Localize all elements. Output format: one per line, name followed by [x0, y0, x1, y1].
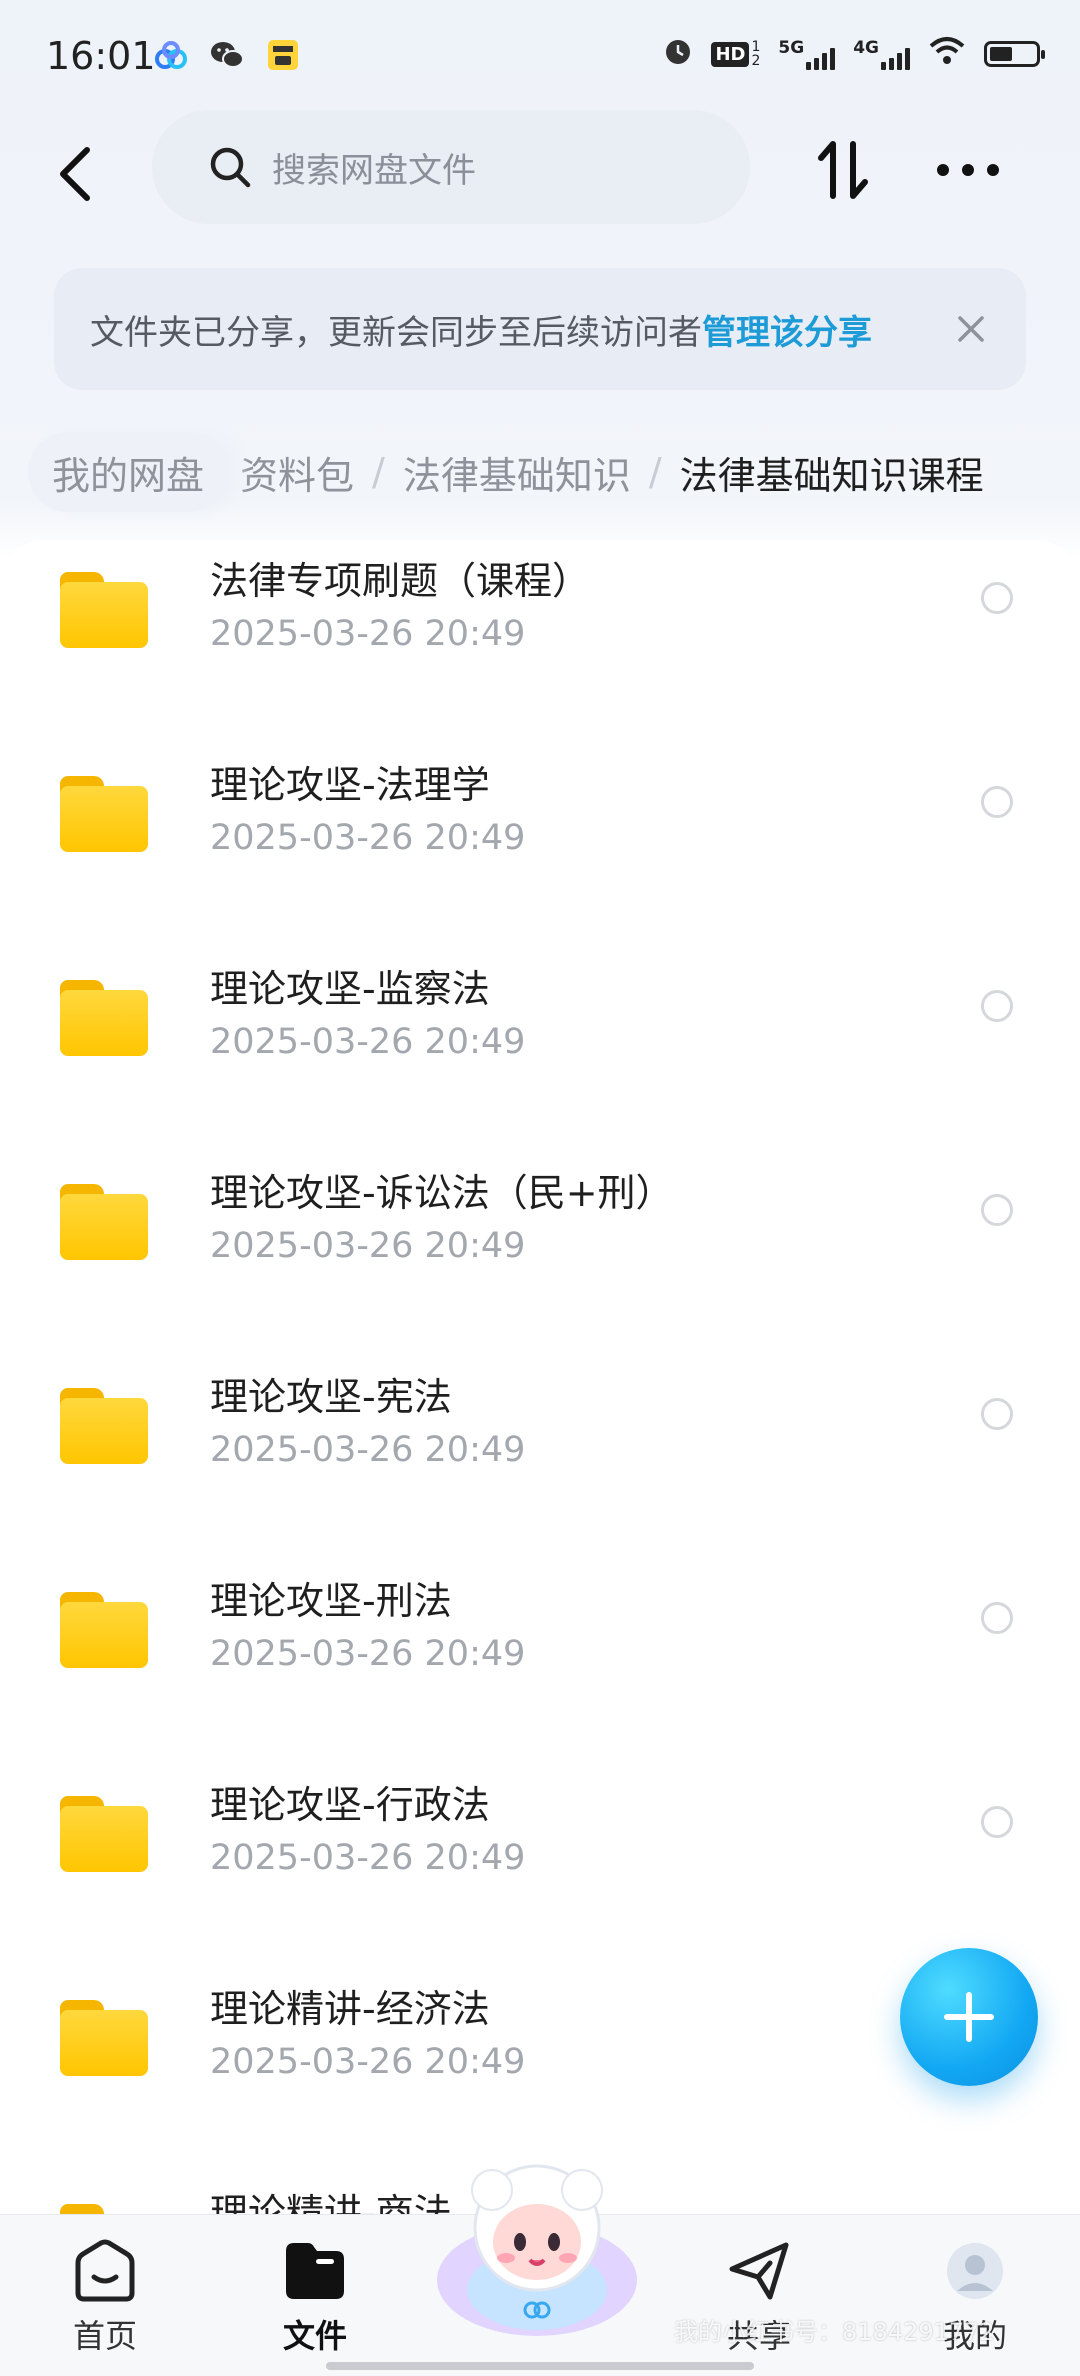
file-date: 2025-03-26 20:49 — [210, 1430, 526, 1470]
select-radio[interactable] — [981, 1398, 1013, 1430]
folder-icon — [60, 2000, 148, 2076]
file-row[interactable]: 理论攻坚-监察法 2025-03-26 20:49 — [0, 948, 1080, 1152]
file-name: 理论攻坚-法理学 — [210, 763, 490, 807]
file-name: 理论精讲-商法 — [210, 2191, 452, 2216]
baidu-netdisk-icon — [152, 38, 190, 72]
header: 搜索网盘文件 — [0, 110, 1080, 230]
more-button[interactable] — [928, 132, 1008, 208]
file-row[interactable]: 法律专项刷题（课程） 2025-03-26 20:49 — [0, 540, 1080, 744]
folder-icon — [60, 1592, 148, 1668]
select-radio[interactable] — [981, 1602, 1013, 1634]
file-list: 法律专项刷题（课程） 2025-03-26 20:49 理论攻坚-法理学 202… — [0, 540, 1080, 2216]
status-left-icons — [152, 38, 302, 72]
nav-files[interactable]: 文件 — [240, 2239, 390, 2359]
battery-icon — [984, 41, 1045, 67]
wechat-icon — [208, 38, 246, 72]
share-notice-banner: 文件夹已分享，更新会同步至后续访问者 管理该分享 — [54, 268, 1026, 390]
file-name: 理论攻坚-监察法 — [210, 967, 490, 1011]
screen: 16:01 HD 1 2 5G 4G 搜索网盘文件 文件夹已分享，更新会同步至后… — [0, 0, 1080, 2376]
send-icon — [729, 2242, 789, 2300]
search-icon — [210, 147, 251, 188]
breadcrumb-item[interactable]: 资料包 — [240, 445, 354, 500]
file-date: 2025-03-26 20:49 — [210, 1226, 526, 1266]
file-row[interactable]: 理论攻坚-刑法 2025-03-26 20:49 — [0, 1560, 1080, 1764]
breadcrumb-root[interactable]: 我的网盘 — [28, 432, 229, 512]
file-name: 理论攻坚-刑法 — [210, 1579, 452, 1623]
alarm-icon — [663, 36, 693, 72]
status-bar: 16:01 HD 1 2 5G 4G — [0, 0, 1080, 110]
mascot-icon — [437, 2164, 637, 2336]
home-icon — [75, 2239, 135, 2302]
watermark: 我的小红书号：8184291772 — [674, 2318, 995, 2346]
mascot-assistant-button[interactable] — [432, 2150, 642, 2340]
notice-close-button[interactable] — [946, 304, 996, 354]
plus-icon — [944, 1992, 994, 2042]
search-placeholder: 搜索网盘文件 — [272, 150, 476, 191]
nav-home-label: 首页 — [72, 2317, 137, 2355]
select-radio[interactable] — [981, 582, 1013, 614]
file-row[interactable]: 理论攻坚-行政法 2025-03-26 20:49 — [0, 1764, 1080, 1968]
breadcrumb-separator: / — [372, 450, 385, 494]
back-arrow-icon — [60, 147, 90, 201]
breadcrumb-path: 资料包 / 法律基础知识 / 法律基础知识课程 — [240, 432, 984, 512]
file-date: 2025-03-26 20:49 — [210, 1838, 526, 1878]
app-notification-icon — [264, 38, 302, 72]
manage-share-link[interactable]: 管理该分享 — [702, 305, 872, 354]
sort-button[interactable] — [808, 132, 878, 208]
file-date: 2025-03-26 20:49 — [210, 1634, 526, 1674]
file-name: 理论精讲-经济法 — [210, 1987, 490, 2031]
breadcrumb-item[interactable]: 法律基础知识 — [403, 445, 631, 500]
folder-icon — [60, 1796, 148, 1872]
status-time: 16:01 — [46, 34, 156, 78]
signal-bars-icon — [881, 44, 910, 70]
sort-icon — [818, 141, 868, 199]
file-row[interactable]: 理论攻坚-诉讼法（民+刑） 2025-03-26 20:49 — [0, 1152, 1080, 1356]
breadcrumb-separator: / — [648, 450, 662, 494]
search-input[interactable]: 搜索网盘文件 — [152, 110, 750, 224]
select-radio[interactable] — [981, 786, 1013, 818]
files-icon — [286, 2243, 344, 2299]
add-button[interactable] — [900, 1948, 1038, 2086]
more-dots-icon — [937, 164, 999, 176]
file-date: 2025-03-26 20:49 — [210, 2042, 526, 2082]
file-name: 法律专项刷题（课程） — [210, 559, 591, 603]
signal-bars-icon — [806, 44, 836, 70]
file-date: 2025-03-26 20:49 — [210, 818, 526, 858]
folder-icon — [60, 1184, 148, 1260]
folder-icon — [60, 980, 148, 1056]
select-radio[interactable] — [981, 1194, 1013, 1226]
file-name: 理论攻坚-宪法 — [210, 1375, 452, 1419]
wifi-icon — [928, 36, 966, 72]
breadcrumb: 我的网盘 资料包 / 法律基础知识 / 法律基础知识课程 — [0, 432, 1080, 512]
file-name: 理论攻坚-行政法 — [210, 1783, 490, 1827]
file-date: 2025-03-26 20:49 — [210, 614, 526, 654]
folder-icon — [60, 776, 148, 852]
folder-icon — [60, 1388, 148, 1464]
close-icon — [958, 316, 984, 342]
share-notice-text: 文件夹已分享，更新会同步至后续访问者 — [90, 312, 702, 353]
signal-4g: 4G — [853, 38, 910, 70]
select-radio[interactable] — [981, 1806, 1013, 1838]
select-radio[interactable] — [981, 990, 1013, 1022]
breadcrumb-current: 法律基础知识课程 — [679, 453, 984, 498]
file-name: 理论攻坚-诉讼法（民+刑） — [210, 1171, 674, 1215]
nav-files-label: 文件 — [282, 2317, 347, 2355]
file-row[interactable]: 理论攻坚-宪法 2025-03-26 20:49 — [0, 1356, 1080, 1560]
hd-icon: HD 1 2 — [711, 40, 760, 68]
status-right-icons: HD 1 2 5G 4G — [663, 36, 1045, 72]
folder-icon — [60, 572, 148, 648]
file-row[interactable]: 理论攻坚-法理学 2025-03-26 20:49 — [0, 744, 1080, 948]
signal-5g: 5G — [778, 38, 836, 70]
nav-home[interactable]: 首页 — [30, 2239, 180, 2359]
file-date: 2025-03-26 20:49 — [210, 1022, 526, 1062]
back-button[interactable] — [40, 134, 110, 214]
avatar-icon — [947, 2243, 1003, 2299]
home-indicator — [326, 2362, 754, 2370]
